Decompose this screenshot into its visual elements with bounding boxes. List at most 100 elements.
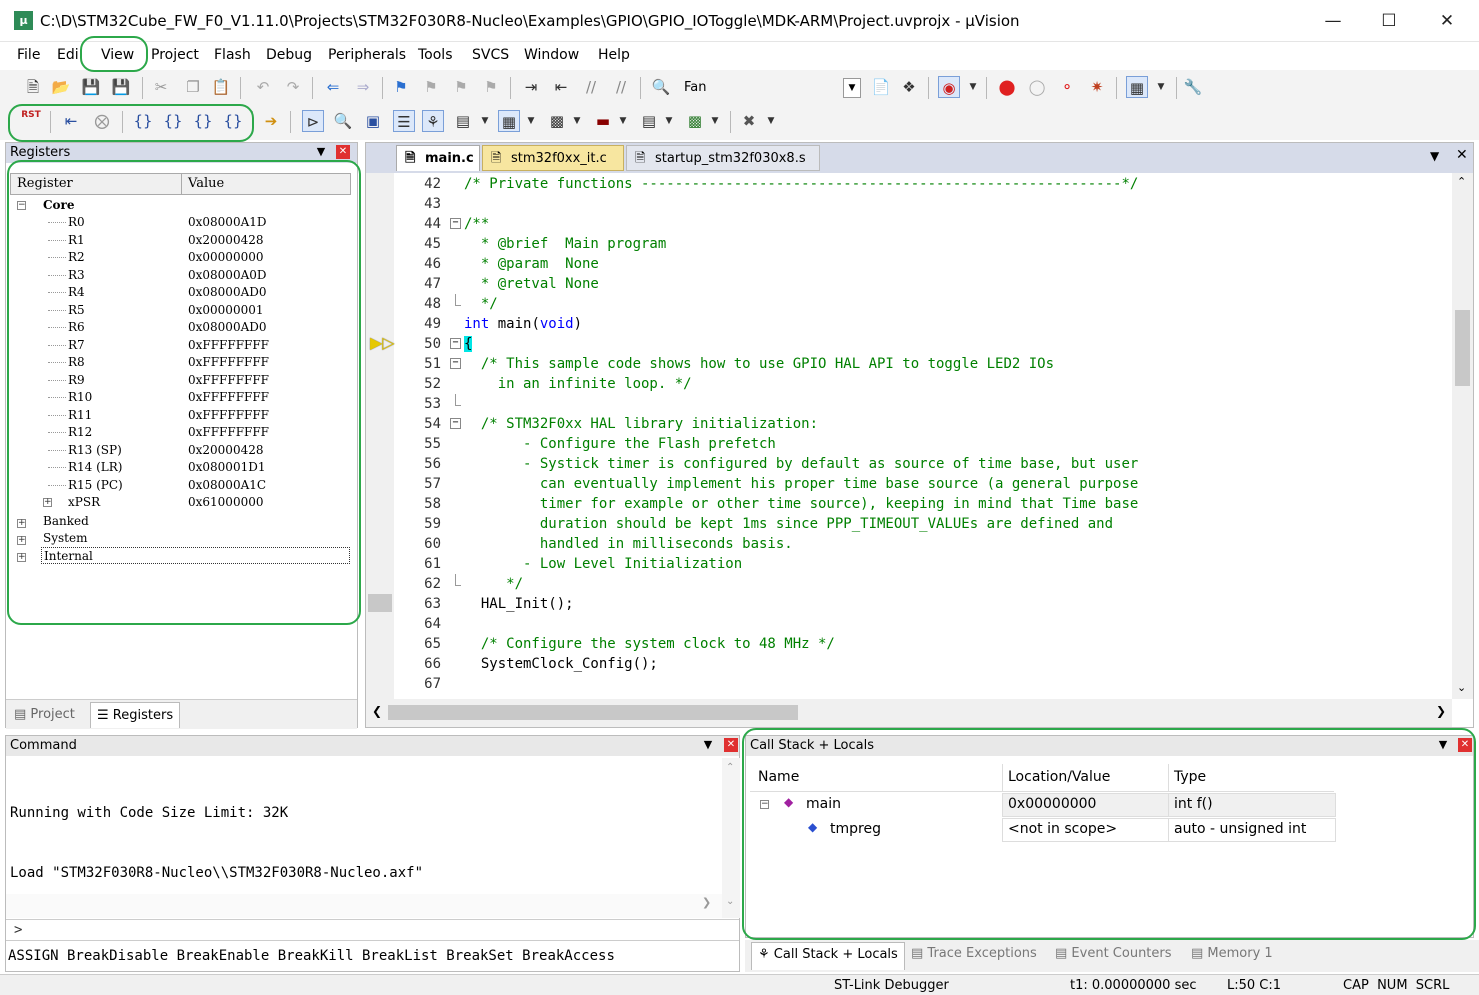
command-scrollbar[interactable]: ⌃ ⌄ xyxy=(722,758,740,918)
code-line[interactable]: 67 xyxy=(366,674,1452,694)
step-over-icon[interactable]: {} xyxy=(162,110,184,132)
target-dropdown-chevron-icon[interactable]: ▼ xyxy=(843,78,861,98)
menu-window[interactable]: Window xyxy=(524,47,579,63)
tab-startup-s[interactable]: 🗎 startup_stm32f030x8.s xyxy=(626,145,820,171)
reset-cpu-icon[interactable]: RST xyxy=(20,110,42,132)
register-row[interactable]: R6 0x08000AD0 xyxy=(6,319,356,336)
code-line[interactable]: 46 * @param None xyxy=(366,254,1452,274)
register-column-header[interactable]: Register xyxy=(10,173,182,195)
prev-bookmark-icon[interactable]: ⚑ xyxy=(420,76,442,98)
close-panel-icon[interactable]: ✕ xyxy=(1458,738,1472,752)
fold-toggle-icon[interactable]: − xyxy=(450,218,461,229)
serial-chevron-icon[interactable]: ▼ xyxy=(566,110,588,132)
menu-flash[interactable]: Flash xyxy=(214,47,251,63)
register-row[interactable]: R8 0xFFFFFFFF xyxy=(6,354,356,371)
location-column-header[interactable]: Location/Value xyxy=(1008,769,1110,785)
scroll-up-icon[interactable]: ⌃ xyxy=(1457,175,1466,188)
find-in-files-icon[interactable]: 🔍 xyxy=(650,76,672,98)
register-row[interactable]: R13 (SP) 0x20000428 xyxy=(6,442,356,459)
watch-window-icon[interactable]: ▤ xyxy=(452,110,474,132)
system-viewer-chevron-icon[interactable]: ▼ xyxy=(704,110,726,132)
maximize-button[interactable]: ☐ xyxy=(1366,6,1412,36)
step-out-icon[interactable]: {} xyxy=(192,110,214,132)
table-row[interactable]: ◆ tmpreg <not in scope> auto - unsigned … xyxy=(750,818,1336,842)
run-to-cursor-icon[interactable]: {} xyxy=(222,110,244,132)
call-stack-window-icon[interactable]: ⚘ xyxy=(422,110,444,132)
scroll-down-icon[interactable]: ⌄ xyxy=(1457,681,1466,694)
stop-icon[interactable]: ⨂ xyxy=(91,110,113,132)
toolbox-icon[interactable]: ✖ xyxy=(738,110,760,132)
step-into-icon[interactable]: {} xyxy=(132,110,154,132)
window-layout-chevron-icon[interactable]: ▼ xyxy=(1150,76,1172,98)
tab-main-c[interactable]: 🗎 main.c xyxy=(396,145,480,171)
horizontal-scrollbar[interactable]: ❮ ❯ xyxy=(366,699,1452,727)
disable-all-breakpoints-icon[interactable]: ⚬ xyxy=(1056,76,1078,98)
memory-window-icon[interactable]: ▦ xyxy=(498,110,520,132)
trace-chevron-icon[interactable]: ▼ xyxy=(658,110,680,132)
vertical-scrollbar[interactable]: ⌃ ⌄ xyxy=(1452,173,1473,699)
collapse-main-icon[interactable]: − xyxy=(760,800,769,809)
code-line[interactable]: 60 handled in milliseconds basis. xyxy=(366,534,1452,554)
code-line[interactable]: 61 - Low Level Initialization xyxy=(366,554,1452,574)
bookmark-icon[interactable]: ⚑ xyxy=(390,76,412,98)
tab-list-chevron-icon[interactable]: ▼ xyxy=(1430,149,1439,163)
redo-icon[interactable]: ↷ xyxy=(282,76,304,98)
name-column-header[interactable]: Name xyxy=(758,769,799,785)
tab-memory-1[interactable]: ▤ Memory 1 xyxy=(1191,946,1273,961)
tab-trace-exceptions[interactable]: ▤ Trace Exceptions xyxy=(911,946,1037,961)
menu-edit[interactable]: Edit xyxy=(57,47,79,63)
core-group[interactable]: Core xyxy=(43,197,75,214)
disassembly-window-icon[interactable]: 🔍 xyxy=(332,110,354,132)
configure-wrench-icon[interactable]: 🔧 xyxy=(1182,76,1204,98)
code-line[interactable]: 45 * @brief Main program xyxy=(366,234,1452,254)
register-row[interactable]: R0 0x08000A1D xyxy=(6,214,356,231)
system-viewer-icon[interactable]: ▩ xyxy=(684,110,706,132)
code-line[interactable]: 44−/** xyxy=(366,214,1452,234)
fold-toggle-icon[interactable]: − xyxy=(450,418,461,429)
code-line[interactable]: 63 HAL_Init(); xyxy=(366,594,1452,614)
horizontal-scroll-thumb[interactable] xyxy=(388,705,798,720)
collapse-core-icon[interactable]: − xyxy=(17,201,26,210)
menu-tools[interactable]: Tools xyxy=(418,47,453,63)
navigate-back-icon[interactable]: ⇐ xyxy=(322,76,344,98)
show-next-statement-icon[interactable]: ➔ xyxy=(260,110,282,132)
register-row[interactable]: R4 0x08000AD0 xyxy=(6,284,356,301)
paste-icon[interactable]: 📋 xyxy=(210,76,232,98)
menu-file[interactable]: File xyxy=(17,47,40,63)
indent-icon[interactable]: ⇥ xyxy=(520,76,542,98)
memory-chevron-icon[interactable]: ▼ xyxy=(520,110,542,132)
register-row[interactable]: R15 (PC) 0x08000A1C xyxy=(6,477,356,494)
tab-call-stack-locals[interactable]: ⚘ Call Stack + Locals xyxy=(751,942,905,970)
serial-window-icon[interactable]: ▩ xyxy=(546,110,568,132)
code-line[interactable]: 58 timer for example or other time sourc… xyxy=(366,494,1452,514)
vertical-scroll-thumb[interactable] xyxy=(1455,310,1470,386)
register-row[interactable]: R10 0xFFFFFFFF xyxy=(6,389,356,406)
fold-toggle-icon[interactable]: − xyxy=(450,358,461,369)
manage-components-icon[interactable]: ❖ xyxy=(898,76,920,98)
undo-icon[interactable]: ↶ xyxy=(252,76,274,98)
menu-view[interactable]: View xyxy=(101,47,134,63)
pin-icon[interactable]: ▼ xyxy=(1436,738,1450,752)
analysis-window-icon[interactable]: ▬ xyxy=(592,110,614,132)
tab-stm32f0xx-it-c[interactable]: 🗎 stm32f0xx_it.c xyxy=(482,145,624,171)
fold-toggle-icon[interactable]: − xyxy=(450,338,461,349)
close-tab-icon[interactable]: ✕ xyxy=(1456,147,1468,163)
unindent-icon[interactable]: ⇤ xyxy=(550,76,572,98)
code-line[interactable]: 50−{ xyxy=(366,334,1452,354)
next-bookmark-icon[interactable]: ⚑ xyxy=(450,76,472,98)
table-row[interactable]: − ◆ main 0x00000000 int f() xyxy=(750,793,1336,817)
scroll-up-icon[interactable]: ⌃ xyxy=(726,762,734,773)
menu-peripherals[interactable]: Peripherals xyxy=(328,47,406,63)
tab-registers[interactable]: ☰ Registers xyxy=(90,702,181,728)
register-row[interactable]: R1 0x20000428 xyxy=(6,232,356,249)
value-column-header[interactable]: Value xyxy=(181,173,351,195)
type-column-header[interactable]: Type xyxy=(1174,769,1206,785)
pin-icon[interactable]: ▼ xyxy=(701,738,715,752)
register-row[interactable]: R5 0x00000001 xyxy=(6,302,356,319)
code-line[interactable]: 66 SystemClock_Config(); xyxy=(366,654,1452,674)
banked-group[interactable]: Banked xyxy=(43,513,89,530)
minimize-button[interactable]: — xyxy=(1310,6,1356,36)
scroll-right-icon[interactable]: ❯ xyxy=(702,896,711,909)
debug-dropdown-chevron-icon[interactable]: ▼ xyxy=(962,76,984,98)
analysis-chevron-icon[interactable]: ▼ xyxy=(612,110,634,132)
